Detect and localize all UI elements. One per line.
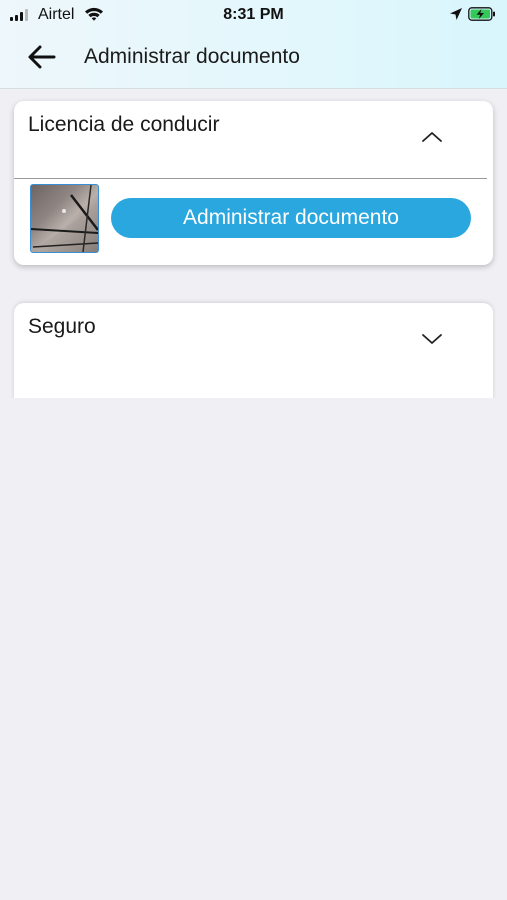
section-divider	[14, 178, 487, 179]
chevron-up-icon[interactable]	[420, 129, 444, 145]
empty-content-area	[0, 398, 507, 900]
status-bar: Airtel 8:31 PM	[0, 0, 507, 30]
document-section-insurance[interactable]: Seguro	[14, 303, 493, 403]
app-header: Airtel 8:31 PM Administrar documento	[0, 0, 507, 89]
document-section-license: Licencia de conducir Administrar documen…	[14, 101, 493, 265]
status-time: 8:31 PM	[223, 6, 284, 23]
section-title[interactable]: Licencia de conducir	[28, 113, 219, 137]
arrow-left-icon[interactable]	[26, 42, 58, 72]
document-photo-image	[31, 185, 98, 252]
battery-charging-icon	[468, 7, 495, 21]
manage-document-button[interactable]: Administrar documento	[111, 198, 471, 238]
page-title: Administrar documento	[84, 45, 300, 68]
section-title[interactable]: Seguro	[28, 315, 96, 339]
location-arrow-icon	[450, 8, 462, 20]
chevron-down-icon[interactable]	[420, 331, 444, 347]
document-thumbnail[interactable]	[30, 184, 99, 253]
